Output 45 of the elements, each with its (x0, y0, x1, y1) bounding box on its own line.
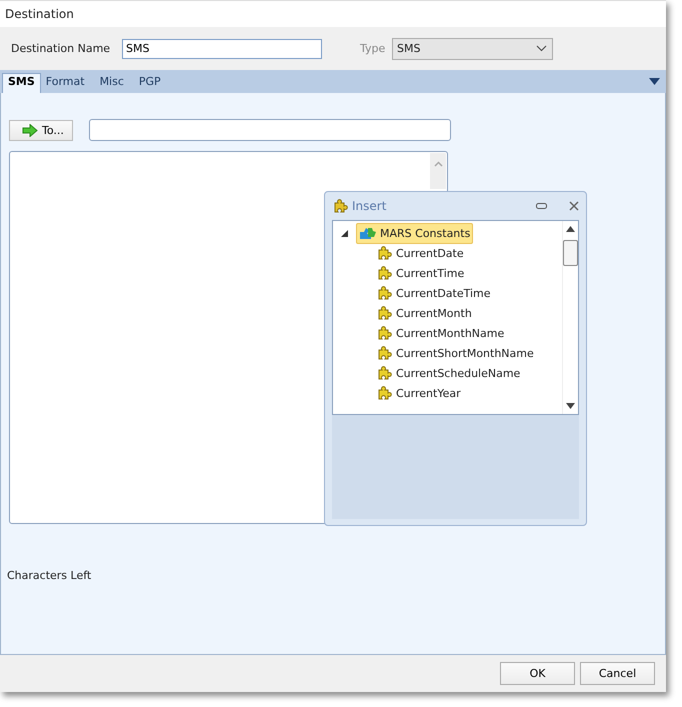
destination-name-label: Destination Name (11, 42, 112, 55)
dialog-button[interactable]: OK (500, 662, 575, 685)
minimize-icon[interactable] (536, 203, 547, 209)
scrollbar[interactable] (562, 221, 578, 414)
tab[interactable]: SMS (2, 73, 41, 93)
type-label: Type (360, 42, 386, 55)
type-dropdown[interactable]: SMS (392, 38, 553, 60)
puzzle-piece-icon (377, 245, 393, 261)
puzzle-piece-icon (377, 325, 393, 341)
characters-left-label: Characters Left (7, 569, 92, 582)
tree-item[interactable]: CurrentMonthName (374, 322, 508, 344)
tree-item[interactable]: CurrentTime (374, 262, 468, 284)
scroll-thumb[interactable] (563, 240, 578, 266)
dialog-button[interactable]: Cancel (580, 662, 655, 685)
close-icon[interactable] (569, 201, 579, 211)
puzzle-pieces-icon (359, 226, 377, 240)
chevron-down-icon (536, 45, 547, 52)
puzzle-piece-icon (377, 365, 393, 381)
arrow-right-icon (22, 124, 38, 136)
destination-name-field[interactable]: SMS (122, 38, 322, 58)
tree-item[interactable]: CurrentDate (374, 242, 467, 264)
scrollbar[interactable] (430, 153, 446, 189)
panel-title: Insert (352, 199, 386, 213)
window-title: Destination (5, 7, 74, 21)
tree-item[interactable]: MARS Constants (356, 222, 474, 244)
puzzle-piece-icon (377, 265, 393, 281)
scroll-up-icon[interactable] (566, 226, 575, 232)
tab[interactable]: Misc (94, 73, 134, 93)
tab[interactable]: PGP (134, 73, 171, 93)
puzzle-piece-icon (332, 198, 348, 214)
puzzle-piece-icon (377, 285, 393, 301)
to-button[interactable]: To... (9, 120, 73, 140)
tree-item[interactable]: CurrentDateTime (374, 282, 494, 304)
puzzle-piece-icon (377, 345, 393, 361)
puzzle-piece-icon (377, 305, 393, 321)
recipient-field[interactable] (89, 119, 451, 141)
dropdown-arrow-icon[interactable] (649, 78, 660, 85)
puzzle-piece-icon (377, 385, 393, 401)
tree-item[interactable]: CurrentShortMonthName (374, 342, 537, 364)
tree-item[interactable]: CurrentMonth (374, 302, 475, 324)
tree-item[interactable]: CurrentScheduleName (374, 362, 524, 384)
tab[interactable]: Format (40, 73, 95, 93)
scroll-down-icon[interactable] (566, 403, 575, 409)
tree-item[interactable]: CurrentYear (374, 382, 464, 404)
expand-arrow-icon[interactable] (341, 230, 348, 236)
